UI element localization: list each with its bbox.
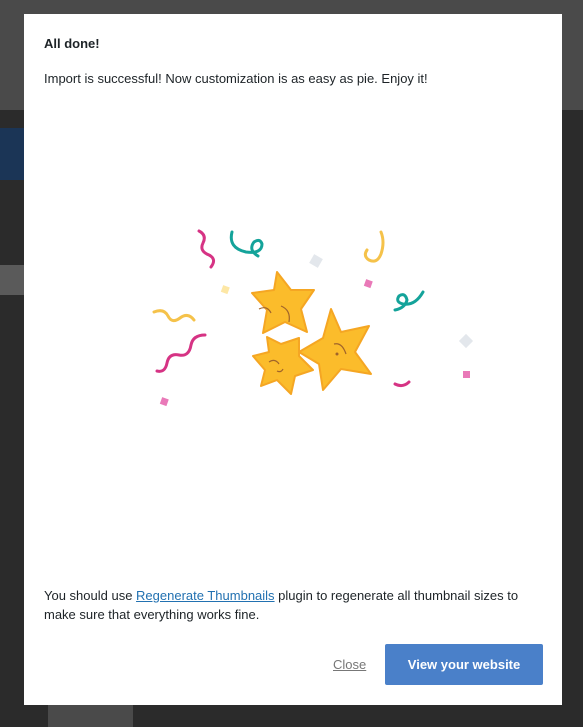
confetti-piece [363, 279, 373, 289]
dialog-message: Import is successful! Now customization … [44, 71, 428, 86]
celebration-stars-illustration [152, 229, 479, 411]
confetti-piece [220, 285, 230, 295]
confetti-squiggle [152, 309, 196, 323]
star-shape [252, 336, 314, 395]
regenerate-note: You should use Regenerate Thumbnails plu… [44, 586, 549, 624]
close-button[interactable]: Close [333, 657, 366, 672]
regenerate-thumbnails-link[interactable]: Regenerate Thumbnails [136, 588, 275, 603]
confetti-piece [159, 397, 169, 407]
confetti-piece [458, 333, 474, 349]
star-shape [298, 308, 372, 391]
confetti-squiggle [393, 380, 411, 388]
confetti-piece [309, 254, 323, 268]
confetti-squiggle [363, 230, 385, 263]
background-strip [0, 265, 24, 295]
import-complete-dialog: All done! Import is successful! Now cust… [24, 14, 562, 705]
note-text-before: You should use [44, 588, 137, 603]
view-website-button[interactable]: View your website [385, 644, 543, 685]
confetti-piece [463, 371, 470, 378]
confetti-squiggle [197, 229, 216, 269]
confetti-squiggle [229, 230, 264, 258]
confetti-squiggle [393, 290, 425, 312]
background-strip-2 [0, 372, 24, 422]
background-panel [0, 128, 24, 180]
dialog-title: All done! [44, 36, 100, 51]
background-thumb [48, 705, 133, 727]
star-shape [251, 271, 315, 334]
confetti-squiggle [155, 333, 207, 373]
